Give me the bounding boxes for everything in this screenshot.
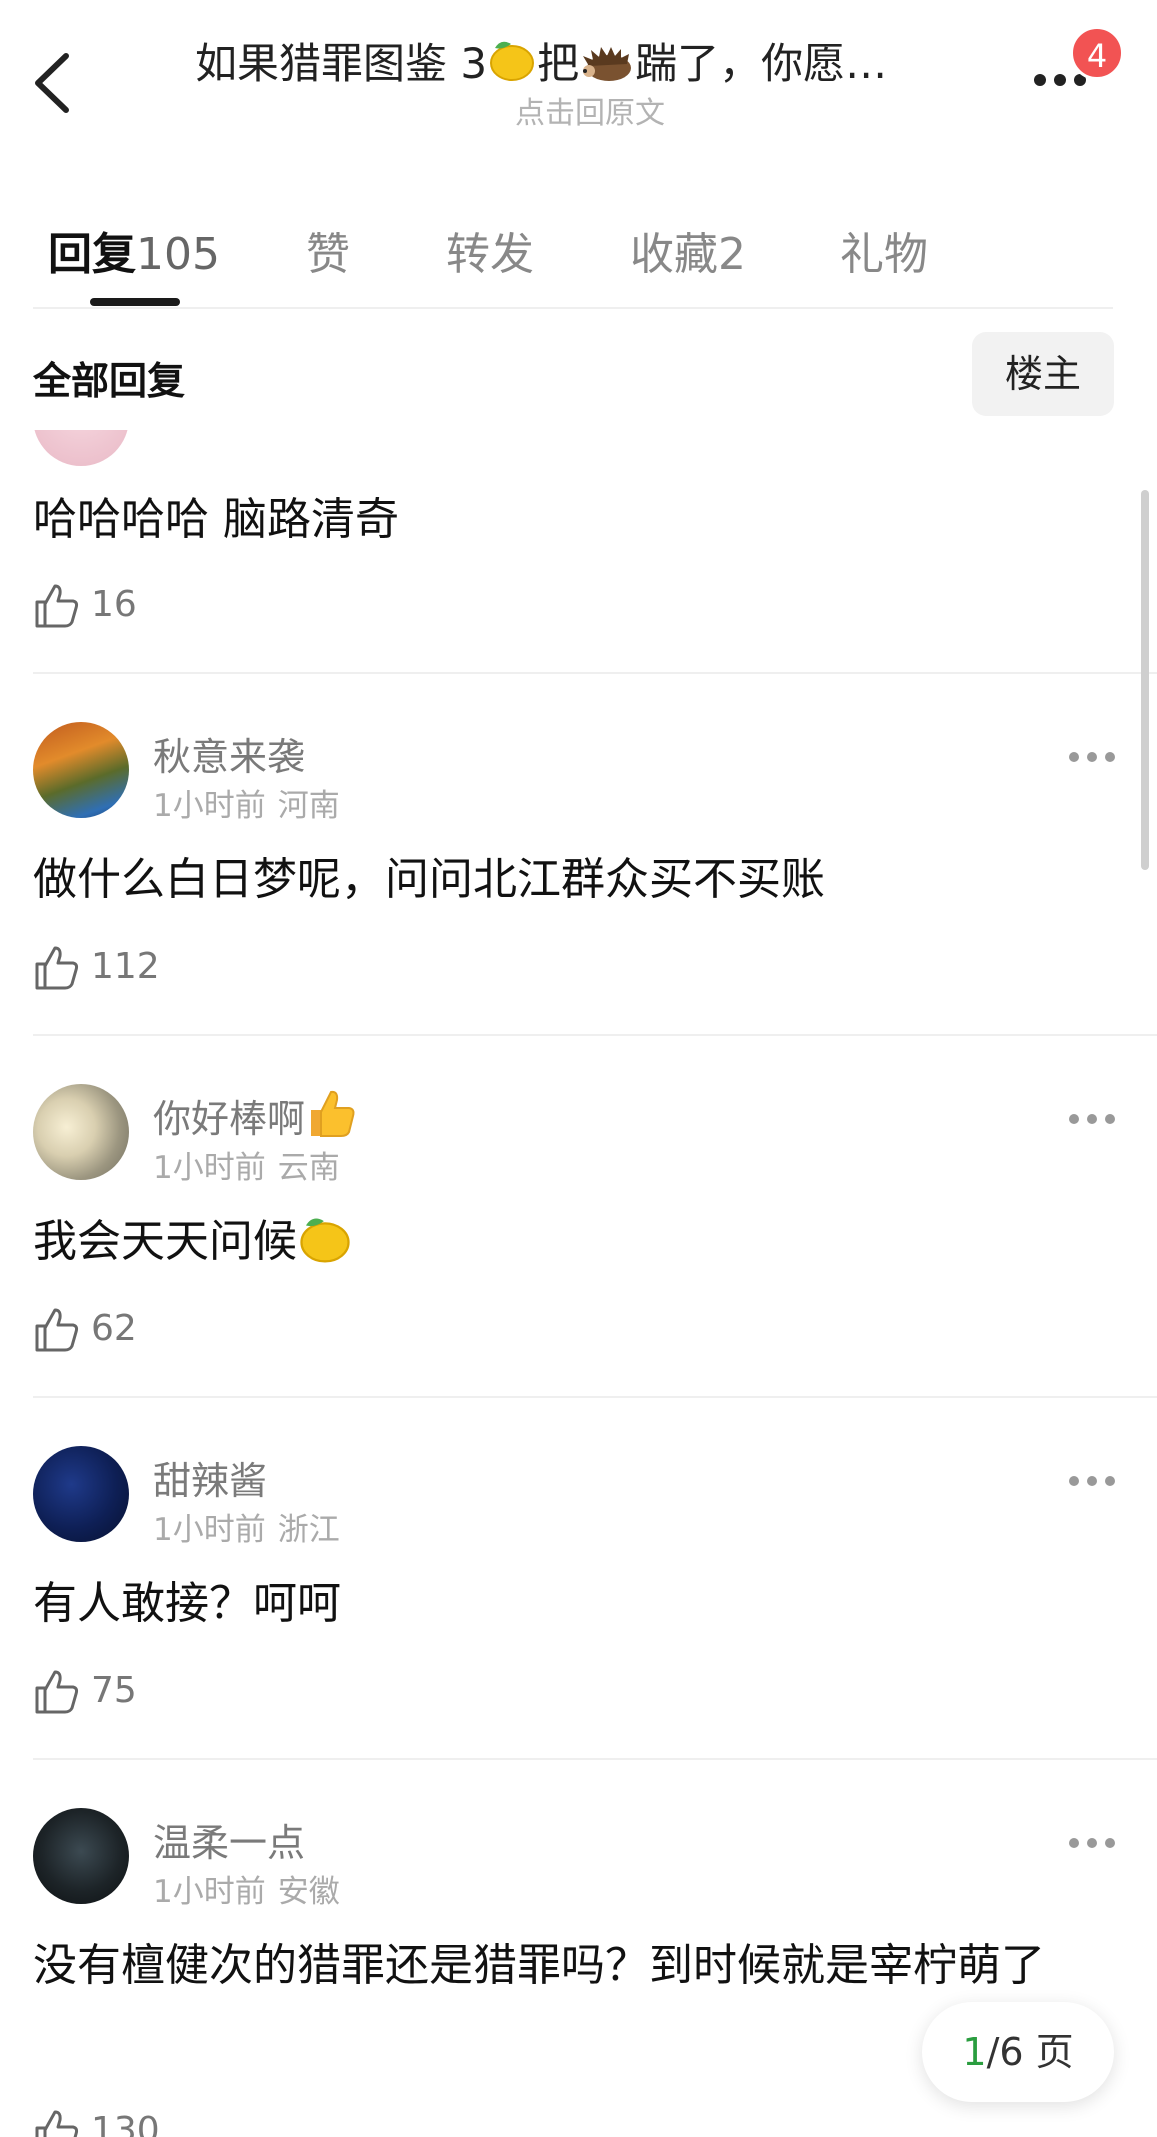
comment-text: 哈哈哈哈 脑路清奇: [33, 494, 399, 545]
comment-region: 河南: [277, 788, 340, 824]
page-total: /6 页: [986, 2030, 1074, 2074]
comment-meta: 1小时前 安徽: [153, 1866, 352, 1911]
thumbs-up-icon: [35, 1308, 79, 1352]
username[interactable]: 秋意来袭: [153, 726, 305, 781]
comment-time: 1小时前: [153, 1874, 266, 1910]
interaction-tabs: 回复105 赞 转发 收藏2 礼物: [0, 200, 1157, 310]
avatar[interactable]: [33, 1808, 129, 1904]
post-title: 如果猎罪图鉴 3 把 踹了，你愿…: [195, 30, 955, 94]
tab-favorites[interactable]: 收藏2: [630, 218, 746, 282]
tab-likes[interactable]: 赞: [306, 218, 350, 282]
tabs-divider: [33, 307, 1113, 309]
top-bar: 如果猎罪图鉴 3 把 踹了，你愿… 点击回原文 4: [0, 0, 1157, 150]
active-tab-indicator: [90, 298, 180, 306]
comment-divider: [33, 1396, 1157, 1398]
like-count: 16: [91, 584, 137, 625]
comment-meta: 1小时前 浙江: [153, 1504, 352, 1549]
chevron-left-icon: [35, 53, 69, 113]
comment-region: 云南: [277, 1150, 340, 1186]
comment-list[interactable]: 哈哈哈哈 脑路清奇 16 秋意来袭 1小时前 河南 做什么白日梦呢，问问北江群众买…: [0, 430, 1157, 2137]
comment-more-button[interactable]: [1066, 742, 1118, 772]
comment-meta: 1小时前 河南: [153, 780, 352, 825]
like-button[interactable]: 62: [33, 1306, 173, 1356]
avatar[interactable]: [33, 722, 129, 818]
comment-divider: [33, 672, 1157, 674]
comment-region: 浙江: [277, 1512, 340, 1548]
comment-text: 做什么白日梦呢，问问北江群众买不买账: [33, 854, 825, 905]
thumbs-up-icon: [35, 946, 79, 990]
back-to-original-link[interactable]: 点击回原文: [470, 88, 710, 132]
lemon-emoji: [300, 1218, 350, 1263]
tab-reposts[interactable]: 转发: [446, 218, 534, 282]
notification-badge: 4: [1070, 26, 1124, 80]
comment-text: 没有檀健次的猎罪还是猎罪吗？到时候就是宰柠萌了: [33, 1940, 1045, 1991]
like-button[interactable]: 16: [33, 582, 173, 632]
comment-more-button[interactable]: [1066, 1104, 1118, 1134]
lemon-emoji: [487, 36, 537, 94]
like-button[interactable]: 112: [33, 944, 193, 994]
username[interactable]: 你好棒啊: [153, 1088, 357, 1143]
like-button[interactable]: 130: [33, 2108, 193, 2137]
hedgehog-emoji: [579, 44, 635, 94]
avatar[interactable]: [33, 1084, 129, 1180]
more-dots-icon: [1069, 752, 1115, 762]
username[interactable]: 甜辣酱: [153, 1450, 267, 1505]
comment-time: 1小时前: [153, 788, 266, 824]
like-count: 62: [91, 1308, 137, 1349]
like-count: 75: [91, 1670, 137, 1711]
comment-divider: [33, 1034, 1157, 1036]
current-page: 1: [962, 2030, 987, 2074]
back-button[interactable]: [28, 48, 78, 118]
avatar[interactable]: [33, 430, 129, 466]
comment-text: 有人敢接？呵呵: [33, 1578, 341, 1629]
comment-text: 我会天天问候: [33, 1202, 1123, 1282]
comment-meta: 1小时前 云南: [153, 1142, 352, 1187]
comment-time: 1小时前: [153, 1512, 266, 1548]
like-count: 112: [91, 946, 160, 987]
like-count: 130: [91, 2110, 160, 2137]
more-dots-icon: [1069, 1114, 1115, 1124]
tab-gifts[interactable]: 礼物: [840, 218, 928, 282]
thumbs-up-emoji: [311, 1090, 355, 1137]
tab-replies[interactable]: 回复105: [48, 218, 220, 282]
comment-more-button[interactable]: [1066, 1828, 1118, 1858]
thumbs-up-icon: [35, 2110, 79, 2137]
like-button[interactable]: 75: [33, 1668, 173, 1718]
avatar[interactable]: [33, 1446, 129, 1542]
thumbs-up-icon: [35, 584, 79, 628]
comment-more-button[interactable]: [1066, 1466, 1118, 1496]
more-dots-icon: [1069, 1476, 1115, 1486]
page-indicator[interactable]: 1/6 页: [922, 2002, 1114, 2102]
op-only-button[interactable]: 楼主: [972, 332, 1114, 416]
comment-region: 安徽: [277, 1874, 340, 1910]
comment-time: 1小时前: [153, 1150, 266, 1186]
comment-divider: [33, 1758, 1157, 1760]
more-dots-icon: [1069, 1838, 1115, 1848]
username[interactable]: 温柔一点: [153, 1812, 305, 1867]
thumbs-up-icon: [35, 1670, 79, 1714]
scrollbar[interactable]: [1141, 490, 1149, 870]
all-replies-label: 全部回复: [33, 359, 186, 403]
